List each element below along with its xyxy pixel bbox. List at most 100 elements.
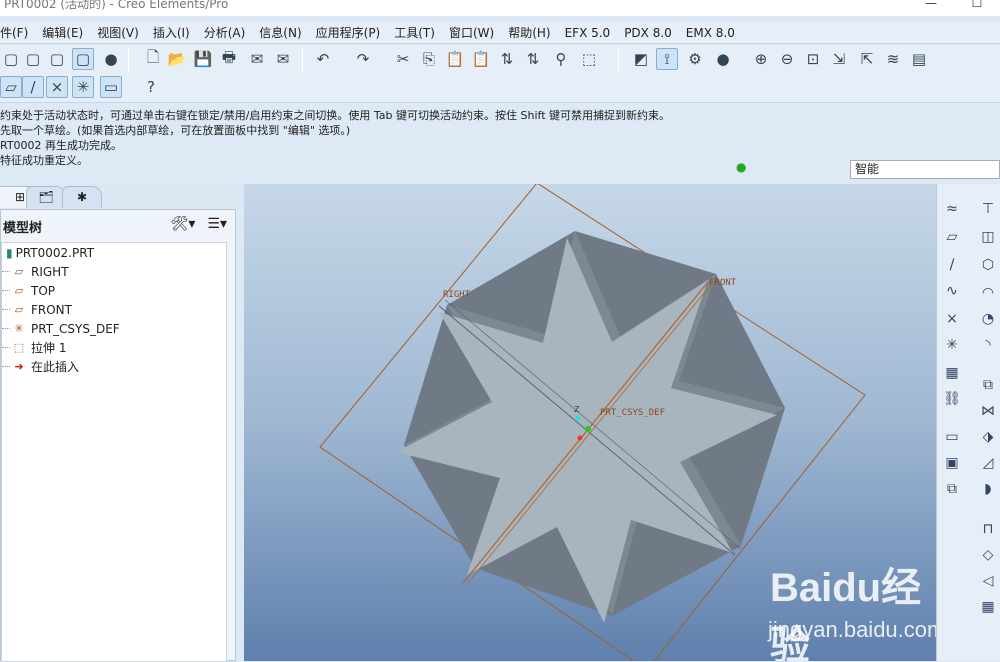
annotation-display-icon[interactable]: ▭ [100, 76, 122, 98]
datum-plane-tool-icon[interactable]: ▱ [941, 226, 963, 248]
shrinkwrap-icon[interactable]: ⧉ [941, 478, 963, 500]
solidify-icon[interactable]: ◇ [977, 544, 999, 566]
appearance-gallery-icon[interactable]: ● [712, 48, 734, 70]
blend-tool-icon[interactable]: ◠ [977, 282, 999, 304]
save-icon[interactable]: 💾 [192, 48, 214, 70]
menu-item[interactable]: 帮助(H) [501, 24, 557, 41]
regen-manager-icon[interactable]: ⇅ [522, 48, 544, 70]
mirror-icon[interactable]: ⋈ [977, 400, 999, 422]
menu-item[interactable]: 信息(N) [252, 24, 308, 41]
cut-icon[interactable]: ✂ [392, 48, 414, 70]
menu-item[interactable]: 工具(T) [387, 24, 442, 41]
copy-geometry-icon[interactable]: ▣ [941, 452, 963, 474]
menu-item[interactable]: 编辑(E) [35, 24, 90, 41]
merge-icon[interactable]: ⬗ [977, 426, 999, 448]
axis-display-icon[interactable]: / [22, 76, 44, 98]
reorient-icon[interactable]: ⇲ [828, 48, 850, 70]
sweep-tool-icon[interactable]: ⬡ [977, 254, 999, 276]
datum-plane-icon: ▱ [14, 265, 24, 278]
revolve-tool-icon[interactable]: ◫ [977, 226, 999, 248]
menu-item[interactable]: PDX 8.0 [617, 26, 679, 40]
shaded-icon[interactable]: ▢ [0, 48, 22, 70]
datum-axis-tool-icon[interactable]: / [941, 254, 963, 276]
wireframe-icon[interactable]: ▢ [22, 48, 44, 70]
point-display-icon[interactable]: × [46, 76, 68, 98]
tab-folder-browser[interactable]: 🗂 [26, 186, 66, 208]
spin-center-icon[interactable]: ⚙ [684, 48, 706, 70]
undo-icon[interactable]: ↶ [312, 48, 334, 70]
selection-filter-select[interactable]: 智能 [850, 160, 1000, 179]
tree-item[interactable]: ▱ RIGHT [2, 262, 226, 281]
datum-csys-tool-icon[interactable]: ✳ [941, 334, 963, 356]
offset-icon[interactable]: ◗ [977, 478, 999, 500]
copy-icon[interactable]: ⎘ [418, 48, 440, 70]
round-tool-icon[interactable]: ◝ [977, 334, 999, 356]
tree-item[interactable]: ▱ TOP [2, 281, 226, 300]
tree-item-label: PRT_CSYS_DEF [31, 321, 120, 336]
tab-favorites[interactable]: ✱ [62, 186, 102, 208]
tree-root[interactable]: ▮ PRT0002.PRT [2, 243, 226, 262]
csys-display-icon[interactable]: ✳ [72, 76, 94, 98]
find-icon[interactable]: ⚲ [550, 48, 572, 70]
hole-tool-icon[interactable]: ◔ [977, 308, 999, 330]
refit-icon[interactable]: ⊡ [802, 48, 824, 70]
tree-item[interactable]: ▱ FRONT [2, 300, 226, 319]
open-icon[interactable]: 📂 [166, 48, 188, 70]
trim-icon[interactable]: ◿ [977, 452, 999, 474]
datum-analysis-icon[interactable]: ⛓ [941, 388, 963, 410]
shading-icon[interactable]: ▢ [72, 48, 94, 70]
tree-columns-button[interactable]: ☰▾ [207, 216, 227, 232]
paste-special-icon[interactable]: 📋 [470, 48, 492, 70]
menu-item[interactable]: EFX 5.0 [558, 26, 618, 40]
zoom-out-icon[interactable]: ⊖ [776, 48, 798, 70]
saved-views-icon[interactable]: ⇱ [856, 48, 878, 70]
menu-item[interactable]: EMX 8.0 [679, 26, 742, 40]
minimize-button[interactable]: — [908, 0, 954, 9]
csys-icon: ✳ [14, 322, 24, 335]
graphics-viewport[interactable]: RIGHT FRONT PRT_CSYS_DEF Z Baidu经验 jingy… [244, 184, 936, 661]
datum-display-icon[interactable]: ⟟ [656, 48, 678, 70]
paste-icon[interactable]: 📋 [444, 48, 466, 70]
toolbar-separator [302, 48, 303, 72]
zoom-in-icon[interactable]: ⊕ [750, 48, 772, 70]
menu-item[interactable]: 分析(A) [197, 24, 253, 41]
maximize-button[interactable]: ☐ [954, 0, 1000, 9]
tree-item-label: 在此插入 [31, 360, 80, 374]
menu-item[interactable]: 应用程序(P) [309, 24, 388, 41]
intersect-icon[interactable]: ▦ [977, 596, 999, 618]
menu-item[interactable]: 窗口(W) [442, 24, 501, 41]
new-icon[interactable]: 🗋 [142, 48, 164, 70]
extrude-tool-icon[interactable]: ⊤ [977, 198, 999, 220]
datum-curve-tool-icon[interactable]: ∿ [941, 280, 963, 302]
tree-item[interactable]: ➜ 在此插入 [2, 357, 226, 376]
tree-settings-button[interactable]: 🛠▾ [171, 216, 196, 232]
annotation-feature-icon[interactable]: ▭ [941, 426, 963, 448]
context-help-icon[interactable]: ? [140, 76, 162, 98]
panel-splitter[interactable] [236, 184, 244, 661]
menu-item[interactable]: 插入(I) [146, 24, 197, 41]
project-icon[interactable]: ◁ [977, 570, 999, 592]
menu-bar: 件(F) 编辑(E) 视图(V) 插入(I) 分析(A) 信息(N) 应用程序(P) 工具(T… [0, 22, 1000, 44]
tree-item[interactable]: ✳ PRT_CSYS_DEF [2, 319, 226, 338]
mail-attach-icon[interactable]: ✉ [272, 48, 294, 70]
appearance-icon[interactable]: ● [100, 48, 122, 70]
datum-point-tool-icon[interactable]: × [941, 308, 963, 330]
select-box-icon[interactable]: ⬚ [578, 48, 600, 70]
message-line: 约束处于活动状态时，可通过单击右键在锁定/禁用/启用约束之间切换。使用 Tab … [0, 109, 671, 122]
tree-item[interactable]: ⬚ 拉伸 1 [2, 338, 226, 357]
menu-item[interactable]: 视图(V) [90, 24, 146, 41]
view-manager-icon[interactable]: ◩ [630, 48, 652, 70]
regenerate-icon[interactable]: ⇅ [496, 48, 518, 70]
plane-display-icon[interactable]: ▱ [0, 76, 22, 98]
cross-section-icon[interactable]: ▤ [908, 48, 930, 70]
print-icon[interactable]: 🖶 [218, 48, 240, 70]
send-mail-icon[interactable]: ✉ [246, 48, 268, 70]
analysis-tool-icon[interactable]: ▦ [941, 362, 963, 384]
pattern-icon[interactable]: ⧉ [977, 374, 999, 396]
menu-item[interactable]: 件(F) [0, 24, 35, 41]
redo-icon[interactable]: ↷ [352, 48, 374, 70]
hidden-line-icon[interactable]: ▢ [46, 48, 68, 70]
thicken-icon[interactable]: ⊓ [977, 518, 999, 540]
layers-icon[interactable]: ≋ [882, 48, 904, 70]
sketch-tool-icon[interactable]: ≈ [941, 198, 963, 220]
